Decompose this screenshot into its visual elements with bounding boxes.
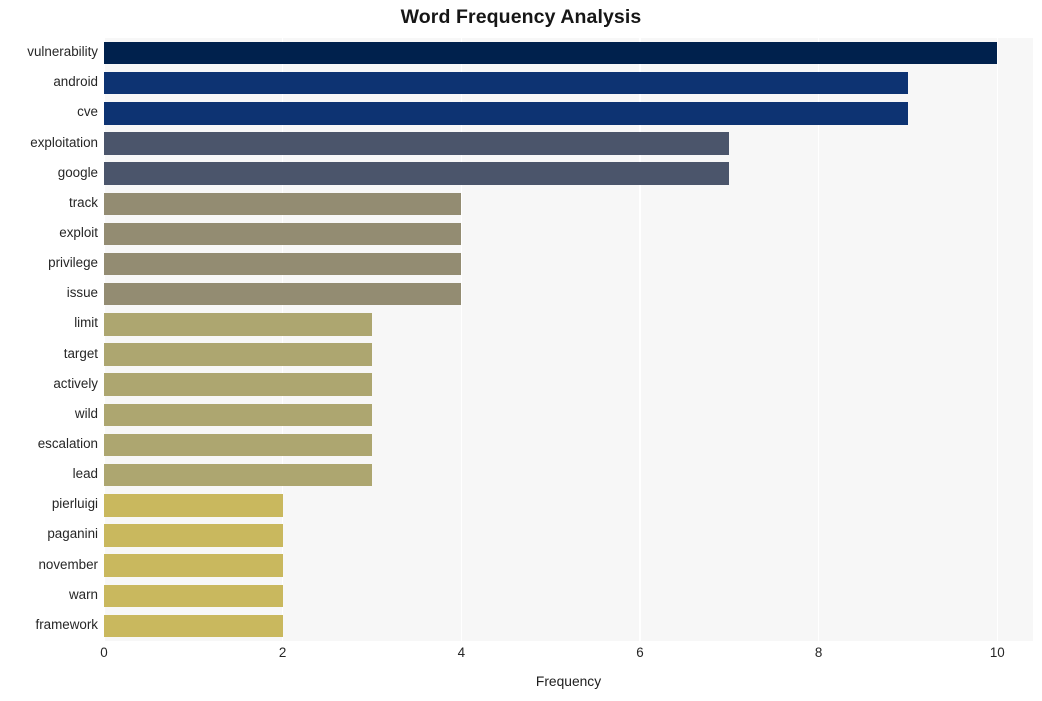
bar-vulnerability [104, 41, 998, 65]
y-tick-label-november: november [38, 556, 98, 572]
bar-pierluigi [104, 494, 283, 517]
y-tick-label-issue: issue [66, 285, 98, 301]
y-tick-label-privilege: privilege [48, 255, 98, 271]
bar-warn [104, 584, 283, 607]
x-tick-label-6: 6 [636, 645, 644, 660]
y-tick-label-android: android [53, 74, 98, 90]
word-frequency-bar-chart: Word Frequency Analysis vulnerability and… [0, 0, 1042, 701]
gridline-x-0 [103, 38, 105, 641]
bar-row [104, 403, 1033, 427]
x-axis-title: Frequency [535, 674, 602, 689]
bar-escalation [104, 433, 372, 457]
y-tick-label-exploitation: exploitation [30, 134, 98, 150]
y-tick-label-vulnerability: vulnerability [27, 44, 98, 60]
bar-limit [104, 313, 372, 336]
bar-row [104, 343, 1033, 366]
bar-lead [104, 463, 372, 487]
x-tick-label-8: 8 [814, 645, 823, 660]
bar-exploit [104, 222, 462, 246]
y-tick-label-google: google [57, 164, 98, 180]
bar-row [104, 463, 1033, 487]
bar-row [104, 162, 1033, 185]
x-tick-label-2: 2 [278, 645, 287, 660]
bar-row [104, 494, 1033, 517]
bar-row [104, 132, 1033, 155]
bar-row [104, 41, 1033, 65]
bar-row [104, 283, 1033, 306]
y-tick-label-framework: framework [35, 616, 98, 632]
bar-paganini [104, 524, 283, 547]
bar-track [104, 192, 462, 216]
plot-area [103, 38, 1033, 641]
x-tick-label-0: 0 [100, 645, 108, 660]
y-tick-label-escalation: escalation [37, 436, 98, 452]
chart-title: Word Frequency Analysis [400, 6, 642, 28]
y-tick-label-pierluigi: pierluigi [51, 496, 98, 512]
gridline-x-4 [460, 38, 462, 641]
bar-privilege [104, 252, 462, 276]
x-tick-label-4: 4 [457, 645, 466, 660]
y-tick-label-cve: cve [77, 104, 98, 120]
bar-row [104, 222, 1033, 246]
y-tick-label-actively: actively [53, 375, 98, 391]
bar-row [104, 313, 1033, 336]
bar-row [104, 373, 1033, 396]
bar-row [104, 71, 1033, 95]
y-tick-label-track: track [68, 194, 98, 210]
bar-row [104, 554, 1033, 577]
bar-row [104, 614, 1033, 638]
bar-cve [104, 102, 908, 125]
gridline-x-8 [817, 38, 820, 641]
gridline-x-2 [282, 38, 284, 641]
bar-issue [104, 283, 462, 306]
y-tick-label-lead: lead [72, 466, 98, 482]
y-tick-label-paganini: paganini [47, 526, 98, 542]
bar-exploitation [104, 132, 730, 155]
y-tick-label-target: target [63, 345, 98, 361]
bar-row [104, 433, 1033, 457]
y-tick-label-limit: limit [74, 315, 98, 331]
gridline-x-6 [639, 38, 641, 641]
bar-google [104, 162, 730, 185]
y-tick-label-wild: wild [74, 405, 98, 421]
x-tick-label-10: 10 [989, 645, 1005, 660]
bar-target [104, 343, 372, 366]
gridline-x-10 [996, 38, 998, 641]
y-tick-label-warn: warn [68, 586, 98, 602]
bar-row [104, 252, 1033, 276]
bar-row [104, 102, 1033, 125]
bar-wild [104, 403, 372, 427]
bar-november [104, 554, 283, 577]
bar-row [104, 192, 1033, 216]
bar-framework [104, 614, 283, 638]
bar-row [104, 584, 1033, 607]
bar-row [104, 524, 1033, 547]
x-axis-tick-labels: 0 2 4 6 8 10 [100, 645, 1033, 667]
bar-actively [104, 373, 372, 396]
y-tick-label-exploit: exploit [59, 224, 98, 240]
y-axis-tick-labels: vulnerability android cve exploitation googl… [0, 38, 98, 641]
bar-android [104, 71, 908, 95]
